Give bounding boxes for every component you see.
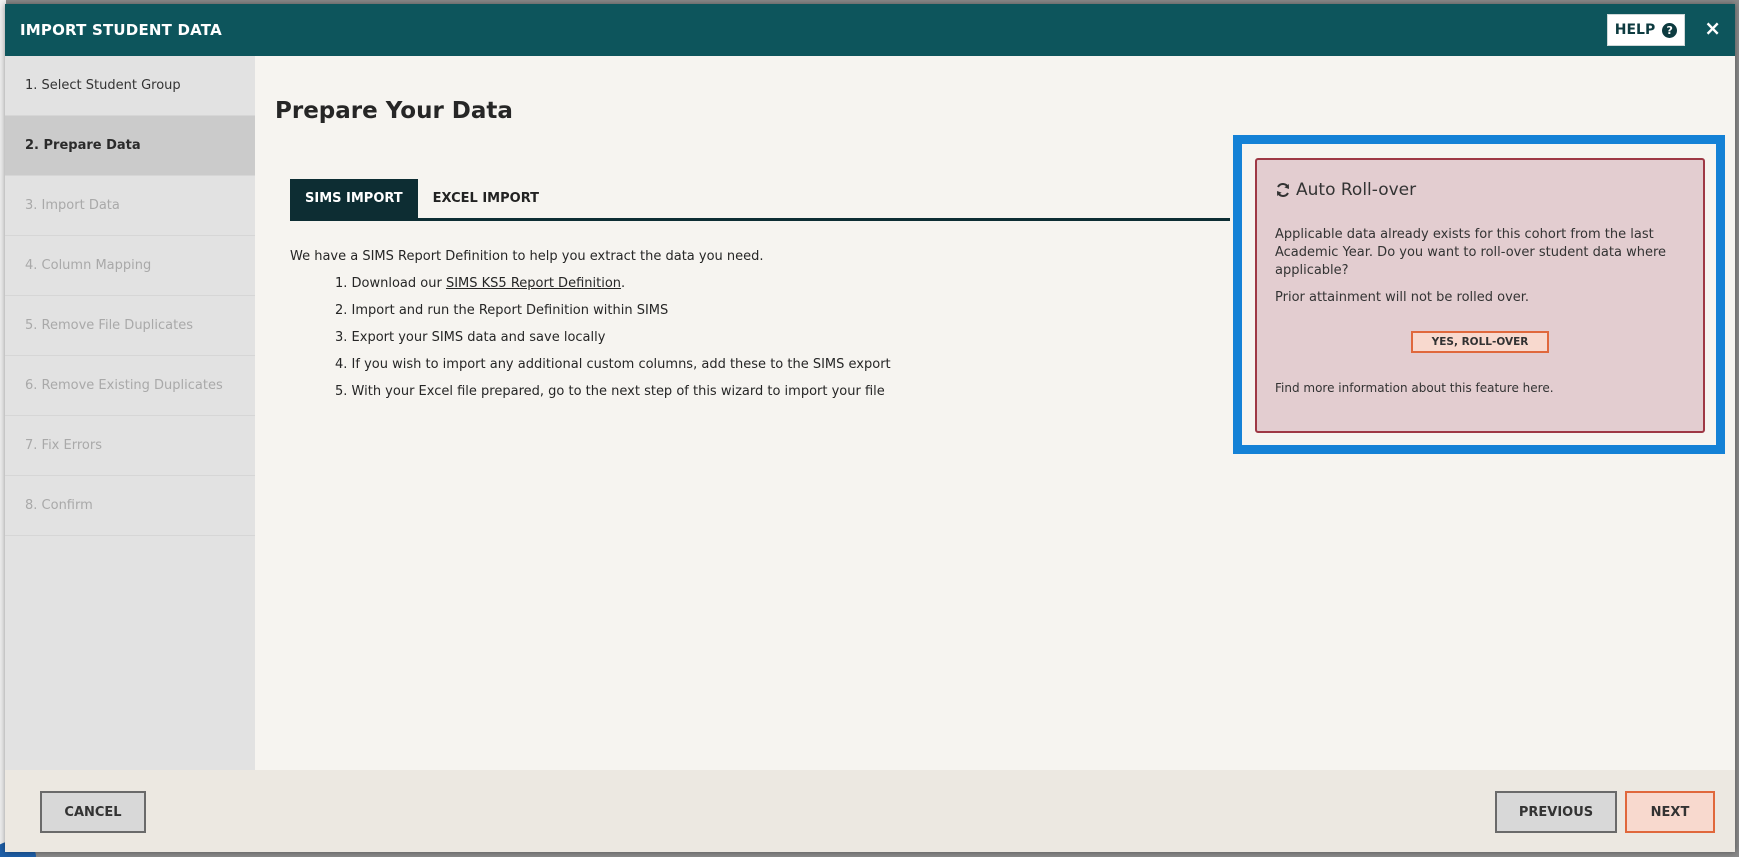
step-select-student-group[interactable]: 1. Select Student Group (5, 56, 255, 116)
auto-rollover-panel: Auto Roll-over Applicable data already e… (1255, 158, 1705, 433)
wizard-steps-sidebar: 1. Select Student Group 2. Prepare Data … (5, 56, 255, 770)
auto-rollover-note: Prior attainment will not be rolled over… (1275, 290, 1530, 305)
question-circle-icon: ? (1662, 22, 1678, 38)
modal-footer: CANCEL PREVIOUS NEXT (5, 770, 1735, 852)
modal-title: IMPORT STUDENT DATA (20, 21, 222, 39)
modal-header: IMPORT STUDENT DATA HELP ? × (5, 4, 1735, 56)
step-label: 2. Prepare Data (25, 138, 141, 153)
tab-sims-import[interactable]: SIMS IMPORT (290, 179, 418, 218)
auto-rollover-highlight: Auto Roll-over Applicable data already e… (1233, 135, 1725, 454)
refresh-icon (1277, 183, 1289, 197)
auto-rollover-description: Applicable data already exists for this … (1275, 227, 1667, 278)
step-import-data: 3. Import Data (5, 176, 255, 236)
auto-rollover-info-link[interactable]: Find more information about this feature… (1275, 381, 1685, 395)
instruction-step-4: 4. If you wish to import any additional … (335, 357, 891, 372)
help-button[interactable]: HELP ? (1607, 14, 1685, 46)
close-icon[interactable]: × (1704, 18, 1721, 38)
instructions-list: 1. Download our SIMS KS5 Report Definiti… (290, 276, 1190, 399)
step-fix-errors: 7. Fix Errors (5, 416, 255, 476)
next-button[interactable]: NEXT (1625, 791, 1715, 833)
previous-button[interactable]: PREVIOUS (1495, 791, 1617, 833)
step-remove-file-duplicates: 5. Remove File Duplicates (5, 296, 255, 356)
step-label: 5. Remove File Duplicates (25, 318, 194, 333)
import-student-data-modal: IMPORT STUDENT DATA HELP ? × 1. Select S… (5, 4, 1735, 852)
instructions-intro: We have a SIMS Report Definition to help… (290, 249, 764, 264)
help-button-label: HELP (1614, 22, 1656, 38)
step-label: 8. Confirm (25, 498, 93, 513)
tab-excel-import[interactable]: EXCEL IMPORT (418, 179, 554, 218)
instruction-text: . (621, 276, 626, 291)
instruction-step-3: 3. Export your SIMS data and save locall… (335, 330, 606, 345)
import-tabs: SIMS IMPORT EXCEL IMPORT (290, 179, 1230, 221)
step-label: 1. Select Student Group (25, 78, 181, 93)
instruction-step-2: 2. Import and run the Report Definition … (335, 303, 669, 318)
instruction-text: 1. Download our (335, 276, 446, 291)
step-label: 3. Import Data (25, 198, 120, 213)
sims-report-definition-link[interactable]: SIMS KS5 Report Definition (446, 276, 621, 291)
instruction-step-5: 5. With your Excel file prepared, go to … (335, 384, 885, 399)
step-confirm: 8. Confirm (5, 476, 255, 536)
step-prepare-data[interactable]: 2. Prepare Data (5, 116, 255, 176)
step-label: 4. Column Mapping (25, 258, 152, 273)
page-title: Prepare Your Data (275, 98, 513, 124)
step-column-mapping: 4. Column Mapping (5, 236, 255, 296)
step-remove-existing-duplicates: 6. Remove Existing Duplicates (5, 356, 255, 416)
auto-rollover-title-text: Auto Roll-over (1296, 180, 1417, 200)
sims-instructions: We have a SIMS Report Definition to help… (290, 249, 1190, 411)
step-label: 6. Remove Existing Duplicates (25, 378, 223, 393)
auto-rollover-title: Auto Roll-over (1275, 180, 1685, 200)
cancel-button[interactable]: CANCEL (40, 791, 146, 833)
instruction-step-1: 1. Download our SIMS KS5 Report Definiti… (335, 276, 1190, 291)
step-label: 7. Fix Errors (25, 438, 102, 453)
yes-rollover-button[interactable]: YES, ROLL-OVER (1411, 331, 1549, 353)
